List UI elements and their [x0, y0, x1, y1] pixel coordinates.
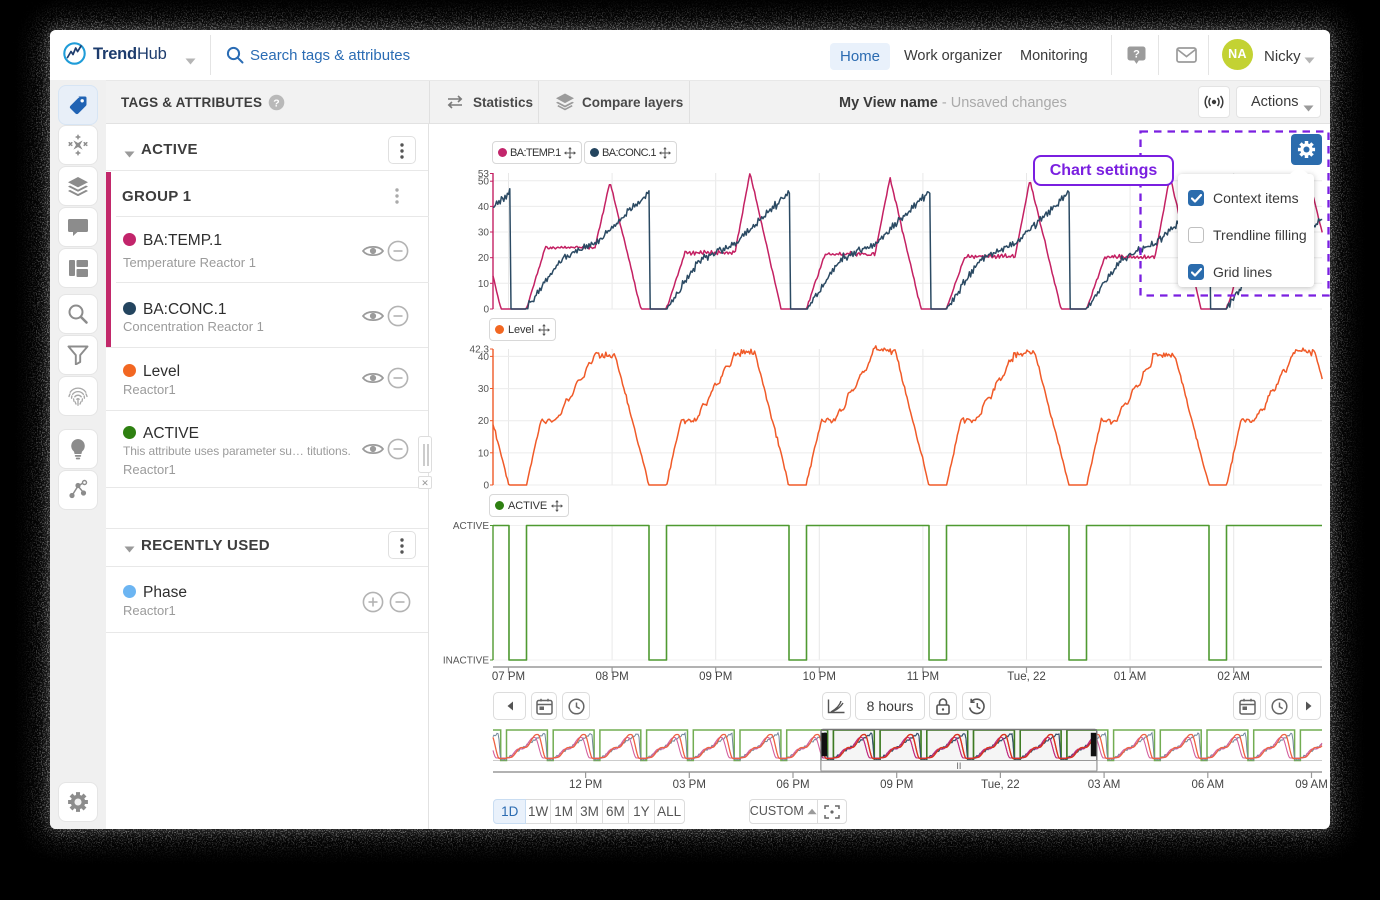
svg-text:?: ? [1133, 49, 1140, 61]
svg-text:03 PM: 03 PM [673, 779, 706, 791]
svg-text:12 PM: 12 PM [569, 779, 602, 791]
svg-text:11 PM: 11 PM [907, 671, 939, 683]
svg-text:06 PM: 06 PM [776, 779, 809, 791]
svg-text:0: 0 [483, 481, 489, 492]
svg-text:40: 40 [478, 202, 490, 213]
svg-text:50: 50 [478, 177, 490, 188]
svg-text:09 PM: 09 PM [699, 671, 732, 683]
svg-text:20: 20 [478, 416, 490, 427]
svg-text:08 PM: 08 PM [595, 671, 628, 683]
svg-text:Tue, 22: Tue, 22 [1007, 671, 1046, 683]
svg-text:40: 40 [478, 352, 490, 363]
svg-text:Tue, 22: Tue, 22 [981, 779, 1020, 791]
svg-text:03 AM: 03 AM [1088, 779, 1121, 791]
svg-text:07 PM: 07 PM [492, 671, 525, 683]
svg-text:10 PM: 10 PM [803, 671, 836, 683]
svg-text:II: II [956, 761, 961, 771]
svg-text:02 AM: 02 AM [1217, 671, 1250, 683]
svg-text:0: 0 [483, 305, 489, 316]
svg-text:INACTIVE: INACTIVE [443, 656, 489, 667]
svg-text:10: 10 [478, 448, 490, 459]
svg-text:ACTIVE: ACTIVE [453, 521, 489, 532]
svg-text:10: 10 [478, 279, 490, 290]
svg-text:30: 30 [478, 228, 490, 239]
svg-text:09 AM: 09 AM [1295, 779, 1328, 791]
svg-text:01 AM: 01 AM [1114, 671, 1147, 683]
svg-text:?: ? [273, 97, 279, 109]
svg-text:30: 30 [478, 384, 490, 395]
svg-text:09 PM: 09 PM [880, 779, 913, 791]
svg-text:06 AM: 06 AM [1191, 779, 1224, 791]
svg-text:20: 20 [478, 253, 490, 264]
